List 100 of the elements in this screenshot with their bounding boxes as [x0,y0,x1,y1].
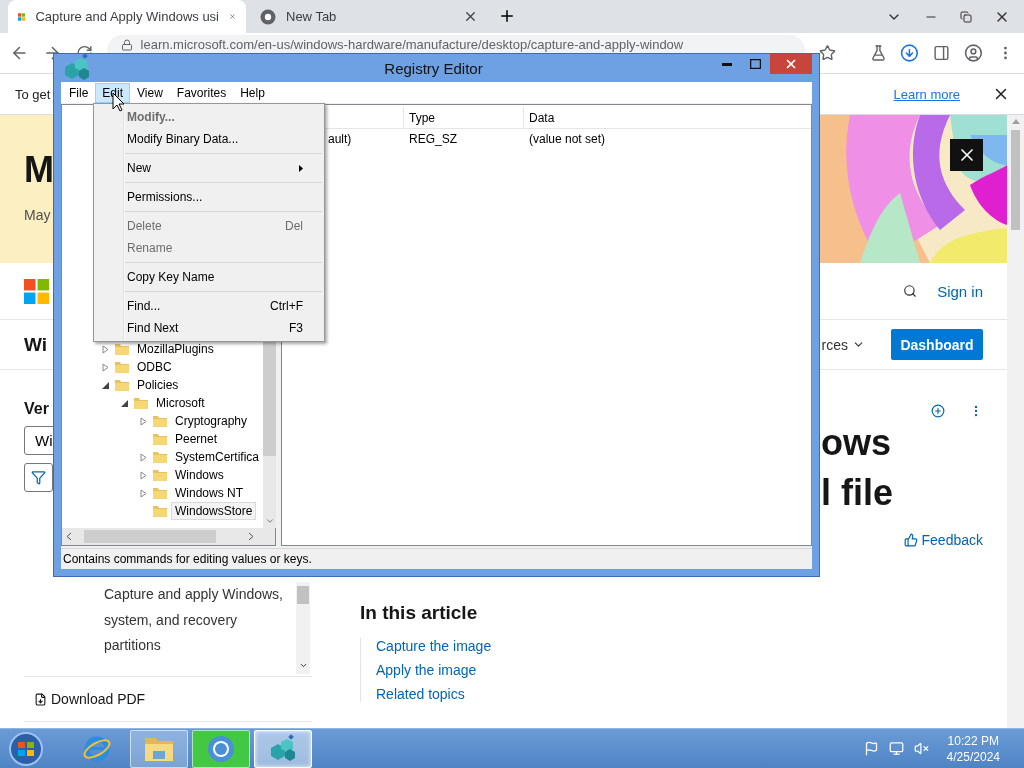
scrollbar[interactable] [296,582,310,674]
folder-icon [152,432,168,446]
side-panel-icon[interactable] [933,44,951,62]
tree-item[interactable]: Policies [133,376,183,394]
browser-tab[interactable]: New Tab [250,0,488,33]
toc-item[interactable]: Capture and apply Windows, system, and recovery partitions [104,582,294,674]
horizontal-scrollbar[interactable] [62,528,275,545]
thumbs-up-icon [903,533,918,547]
tree-item[interactable]: MozillaPlugins [133,340,218,358]
status-text: Contains commands for editing values or keys. [63,552,312,566]
tree-item[interactable]: Cryptography [171,412,252,430]
dashboard-button[interactable]: Dashboard [891,329,983,360]
menu-item[interactable]: Copy Key Name [96,266,322,288]
menu-item[interactable]: Find Next F3 [96,317,322,339]
restore-icon[interactable] [960,10,972,23]
article-heading: l file [820,471,894,515]
start-button[interactable] [6,729,46,768]
tree-item[interactable]: Windows [171,466,228,484]
profile-icon[interactable] [964,43,984,63]
expand-arrow-icon[interactable] [140,452,147,462]
expand-arrow-icon[interactable] [140,470,147,480]
table-cell-text: (value not set) [528,132,607,146]
table-cell-text: ault) [327,132,353,146]
clock[interactable]: 10:22 PM 4/25/2024 [938,732,1018,765]
version-label: Ver [24,400,50,418]
pdf-icon [34,692,47,706]
tree-item[interactable]: WindowsStore [171,502,257,520]
folder-icon [152,504,168,518]
taskbar-app[interactable] [192,729,250,768]
section-title: In this article [360,602,479,624]
taskbar-app[interactable] [130,729,188,768]
expand-arrow-icon[interactable] [102,344,109,354]
tree-item[interactable]: ODBC [133,358,176,376]
menu-item[interactable]: New [96,157,322,179]
expand-arrow-icon[interactable] [140,488,147,498]
menu-item[interactable]: Favorites [169,82,234,103]
menu-item[interactable]: Find... Ctrl+F [96,295,322,317]
expand-arrow-icon[interactable] [102,362,109,372]
column-header[interactable]: Data [523,107,811,129]
feedback-link[interactable]: Feedback [903,532,983,548]
menu-item[interactable]: File [62,82,96,103]
menu-item[interactable]: Modify Binary Data... [96,128,322,150]
star-icon[interactable] [818,44,836,62]
folder-icon [114,342,130,356]
table-cell-text: REG_SZ [408,132,458,146]
search-icon[interactable] [903,284,918,298]
collapse-arrow-icon[interactable] [102,381,109,389]
add-icon[interactable] [931,404,945,418]
folder-icon [152,414,168,428]
article-link[interactable]: Capture the image [376,638,492,654]
volume-muted-icon[interactable] [913,741,929,756]
download-pdf-link[interactable]: Download PDF [24,676,312,722]
shortcut-text: F3 [289,321,303,335]
minimize-icon [722,62,732,66]
new-tab-icon[interactable] [498,7,516,25]
folder-icon [133,396,149,410]
browser-tab[interactable]: Capture and Apply Windows usi [8,0,246,33]
learn-more-link[interactable]: Learn more [893,86,960,102]
collapse-arrow-icon[interactable] [121,399,128,407]
sign-in-link[interactable]: Sign in [937,282,983,300]
tree-item[interactable]: SystemCertifica [171,448,264,466]
scroll-right-icon[interactable] [248,532,254,541]
close-button[interactable] [950,139,983,171]
menu-item[interactable]: View [130,82,170,103]
filter-button[interactable] [24,463,53,492]
scroll-thumb[interactable] [297,586,309,604]
maximize-icon [749,59,761,69]
page-title: M [24,149,54,191]
article-link[interactable]: Apply the image [376,662,492,678]
nav-menu-item[interactable]: rces [821,336,865,353]
folder-icon [152,468,168,482]
article-heading: ows [820,421,891,465]
expand-arrow-icon[interactable] [140,416,147,426]
flag-icon[interactable] [863,741,879,756]
tree-item[interactable]: Microsoft [152,394,209,412]
scroll-down-icon[interactable] [298,661,308,670]
network-icon[interactable] [888,741,904,756]
column-header[interactable]: Type [403,107,523,129]
shortcut-text: Ctrl+F [270,299,303,313]
menu-item[interactable]: Help [233,82,272,103]
filter-icon [31,470,46,485]
taskbar-app[interactable] [254,729,312,768]
menu-item[interactable]: Permissions... [96,186,322,208]
folder-icon [152,486,168,500]
scroll-left-icon[interactable] [66,532,72,541]
tree-item[interactable]: Windows NT [171,484,247,502]
page-date: May [24,207,52,223]
tree-item[interactable]: Peernet [171,430,222,448]
article-link[interactable]: Related topics [376,686,492,702]
scrollbar[interactable] [1007,115,1024,728]
close-icon[interactable] [463,9,478,24]
shortcut-text: Del [285,219,303,233]
download-icon[interactable] [900,43,920,63]
scroll-thumb[interactable] [1011,130,1020,230]
flask-icon[interactable] [869,44,887,62]
microsoft-logo-icon[interactable] [24,278,49,304]
chrome-icon [207,734,235,763]
lock-icon [120,39,133,51]
close-icon [784,57,798,71]
scroll-up-icon[interactable] [1011,119,1020,124]
